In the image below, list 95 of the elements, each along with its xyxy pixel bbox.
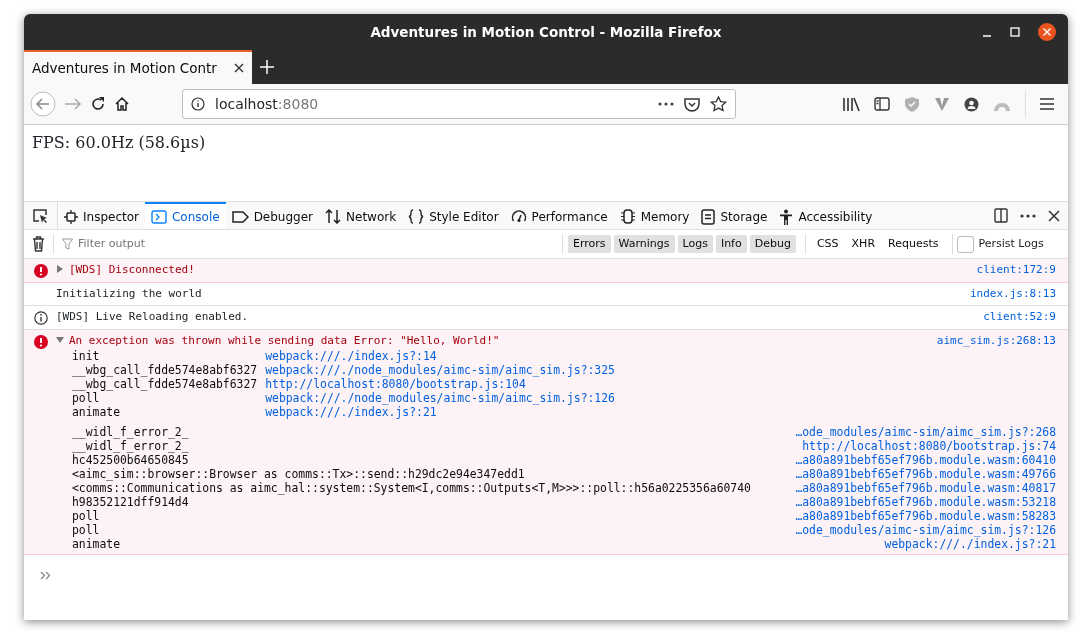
stack-function: h98352121dff914d4 <box>72 495 190 509</box>
source-link[interactable]: client:52:9 <box>983 309 1056 326</box>
stack-function: __wbg_call_fdde574e8abf6327 <box>72 377 258 391</box>
dock-icon[interactable] <box>994 208 1008 223</box>
devtools-tab[interactable]: Accessibility <box>773 202 879 229</box>
devtools-tab[interactable]: Debugger <box>225 202 320 229</box>
maximize-icon[interactable] <box>1010 27 1020 37</box>
level-filter-button[interactable]: Debug <box>749 234 796 254</box>
fps-readout: FPS: 60.0Hz (58.6µs) <box>32 133 206 152</box>
braces-icon <box>408 209 425 224</box>
source-link[interactable]: aimc_sim.js:268:13 <box>936 332 1056 349</box>
stack-function: poll <box>72 523 101 537</box>
sidebar-icon[interactable] <box>874 97 890 111</box>
element-picker-icon[interactable] <box>32 208 49 223</box>
stack-source-link[interactable]: …ode_modules/aimc-sim/aimc_sim.js?:126 <box>795 523 1056 537</box>
source-link[interactable]: index.js:8:13 <box>969 285 1056 302</box>
level-filter-button[interactable]: Errors <box>568 234 611 254</box>
stack-source-link[interactable]: …a80a891bebf65ef796b.module.wasm:53218 <box>795 495 1056 509</box>
filter-icon <box>62 238 73 250</box>
star-icon[interactable] <box>710 96 727 112</box>
source-link[interactable]: client:172:9 <box>976 262 1056 279</box>
pocket-icon[interactable] <box>684 96 700 112</box>
stack-function: animate <box>72 405 121 419</box>
stack-source-link[interactable]: webpack:///./index.js?:21 <box>795 537 1056 551</box>
error-icon <box>34 264 48 278</box>
menu-icon[interactable] <box>1040 98 1054 110</box>
console-icon <box>151 209 167 224</box>
filter-field[interactable]: Filter output <box>78 235 478 253</box>
stack-source-link[interactable]: …a80a891bebf65ef796b.module.wasm:49766 <box>795 467 1056 481</box>
stack-function: __widl_f_error_2_ <box>72 425 190 439</box>
reload-icon[interactable] <box>90 96 106 112</box>
persist-logs-checkbox[interactable] <box>957 235 975 253</box>
devtools-tab[interactable]: Storage <box>695 202 774 229</box>
devtools-tab[interactable]: Inspector <box>58 202 145 229</box>
stack-function: <comms::Communications as aimc_hal::system::System<I,comms::Outputs<T,M>>>::poll::h56a0225356a60740 <box>72 481 752 495</box>
devtools-tab[interactable]: Performance <box>504 202 614 229</box>
stack-function: animate <box>72 537 121 551</box>
stack-source-link[interactable]: http://localhost:8080/bootstrap.js:104 <box>265 377 615 391</box>
tag-icon <box>231 210 249 223</box>
stack-source-link[interactable]: …a80a891bebf65ef796b.module.wasm:60410 <box>795 453 1056 467</box>
error-message: [WDS] Disconnected! <box>69 262 195 278</box>
stack-function: init <box>72 349 101 363</box>
account-icon[interactable] <box>964 96 979 112</box>
info-icon <box>191 97 205 111</box>
log-message: Initializing the world <box>56 285 202 302</box>
error-icon <box>34 334 48 349</box>
stack-source-link[interactable]: …ode_modules/aimc-sim/aimc_sim.js?:268 <box>795 425 1056 439</box>
disclosure-arrow-icon[interactable] <box>56 265 64 273</box>
devtools-tab[interactable]: Console <box>145 202 226 229</box>
library-icon[interactable] <box>842 96 860 112</box>
home-icon[interactable] <box>114 96 130 112</box>
storage-icon <box>701 208 716 225</box>
address-field[interactable]: localhost:8080 <box>182 89 736 119</box>
trash-icon[interactable] <box>32 236 45 252</box>
level-filter-button[interactable]: Logs <box>677 234 713 254</box>
devtools-tab[interactable]: Network <box>319 202 403 229</box>
new-tab-icon[interactable] <box>260 60 274 74</box>
stack-source-link[interactable]: …a80a891bebf65ef796b.module.wasm:40817 <box>795 481 1056 495</box>
stack-source-link[interactable]: webpack:///./index.js?:14 <box>265 349 615 363</box>
devtools-tab[interactable]: Memory <box>613 202 696 229</box>
stack-function: poll <box>72 509 101 523</box>
stack-function: <aimc_sim::browser::Browser as comms::Tx>::send::h29dc2e94e347edd1 <box>72 467 526 481</box>
stack-function: __wbg_call_fdde574e8abf6327 <box>72 363 258 377</box>
person-icon <box>779 208 794 225</box>
stack-function: hc452500b64650845 <box>72 453 190 467</box>
close-icon[interactable] <box>1048 209 1060 222</box>
log-message: [WDS] Live Reloading enabled. <box>56 309 249 325</box>
category-filter-button[interactable]: Requests <box>883 234 944 254</box>
persist-logs-label: Persist Logs <box>978 235 1044 252</box>
stack-source-link[interactable]: …a80a891bebf65ef796b.module.wasm:58283 <box>795 509 1056 523</box>
info-icon <box>34 311 48 325</box>
gauge-icon <box>510 209 527 224</box>
window-title: Adventures in Motion Control - Mozilla Firefox <box>370 22 722 42</box>
level-filter-button[interactable]: Info <box>715 234 747 254</box>
error-message: An exception was thrown while sending data Error: "Hello, World!" <box>69 332 500 349</box>
stack-source-link[interactable]: http://localhost:8080/bootstrap.js:74 <box>795 439 1056 453</box>
stack-source-link[interactable]: webpack:///./node_modules/aimc-sim/aimc_sim.js?:126 <box>265 391 615 405</box>
close-icon[interactable] <box>234 63 244 73</box>
more-icon[interactable] <box>658 102 674 106</box>
disclosure-arrow-icon[interactable] <box>56 335 64 344</box>
level-filter-button[interactable]: Warnings <box>613 234 675 254</box>
prompt-icon <box>40 571 51 580</box>
frame-icon <box>64 209 78 224</box>
arrows-icon <box>325 209 342 224</box>
stack-function: poll <box>72 391 101 405</box>
stack-function: __widl_f_error_2_ <box>72 439 190 453</box>
stack-source-link[interactable]: webpack:///./node_modules/aimc-sim/aimc_sim.js?:325 <box>265 363 615 377</box>
browser-tab[interactable]: Adventures in Motion Contr <box>24 50 252 84</box>
devtools-tab[interactable]: Style Editor <box>402 202 505 229</box>
more-icon[interactable] <box>1020 213 1036 218</box>
stack-source-link[interactable]: webpack:///./index.js?:21 <box>265 405 615 419</box>
category-filter-button[interactable]: CSS <box>811 234 844 254</box>
close-icon[interactable] <box>1038 23 1056 41</box>
category-filter-button[interactable]: XHR <box>846 234 881 254</box>
chip-icon <box>619 209 636 224</box>
